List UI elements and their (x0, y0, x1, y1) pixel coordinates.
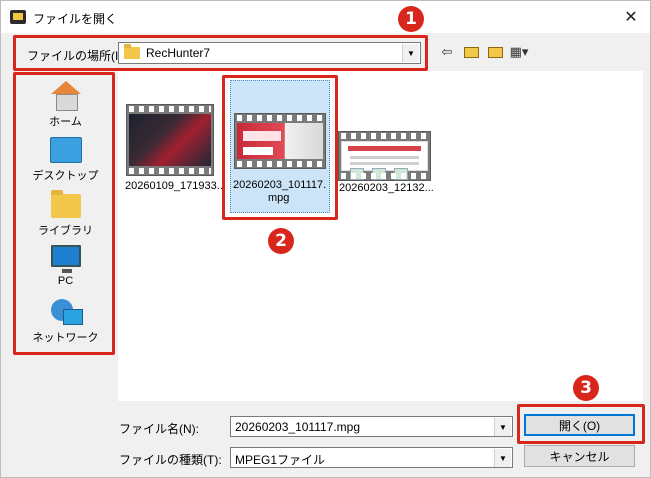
up-folder-icon[interactable] (462, 43, 480, 61)
annotation-badge-3: 3 (573, 375, 599, 401)
file-type-label: ファイルの種類(T): (119, 453, 222, 467)
app-icon (10, 10, 26, 24)
open-file-dialog: ファイルを開く ✕ ファイルの場所(I): RecHunter7 ▼ ⇦ ▦▾ … (0, 0, 651, 478)
toolbar: ⇦ ▦▾ (438, 43, 529, 61)
annotation-badge-1: 1 (398, 6, 424, 32)
video-thumbnail (126, 104, 214, 176)
chevron-down-icon[interactable]: ▼ (494, 418, 511, 436)
file-item[interactable]: 20260109_171933... (121, 101, 226, 201)
video-thumbnail (338, 131, 431, 181)
annotation-badge-2: 2 (268, 228, 294, 254)
title-bar: ファイルを開く ✕ (1, 1, 650, 33)
annotation-box-1 (13, 35, 428, 71)
file-name: 20260203_12132... (339, 182, 434, 194)
dialog-title: ファイルを開く (33, 12, 118, 26)
file-type-value: MPEG1ファイル (235, 453, 326, 467)
file-name-label: ファイル名(N): (119, 422, 199, 436)
file-item[interactable]: 20260203_12132... (336, 101, 436, 201)
chevron-down-icon[interactable]: ▼ (494, 449, 511, 467)
annotation-box-places (13, 72, 115, 355)
file-name: 20260109_171933... (125, 180, 226, 192)
annotation-box-2 (222, 75, 338, 220)
back-icon[interactable]: ⇦ (438, 43, 456, 61)
view-menu-icon[interactable]: ▦▾ (510, 43, 529, 61)
file-name-input[interactable]: 20260203_101117.mpg (235, 420, 360, 434)
close-button[interactable]: ✕ (612, 1, 650, 33)
cancel-button[interactable]: キャンセル (524, 445, 635, 467)
file-type-select[interactable]: MPEG1ファイル ▼ (230, 447, 513, 468)
annotation-box-3 (517, 404, 645, 444)
file-name-combo[interactable]: 20260203_101117.mpg ▼ (230, 416, 513, 437)
new-folder-icon[interactable] (486, 43, 504, 61)
